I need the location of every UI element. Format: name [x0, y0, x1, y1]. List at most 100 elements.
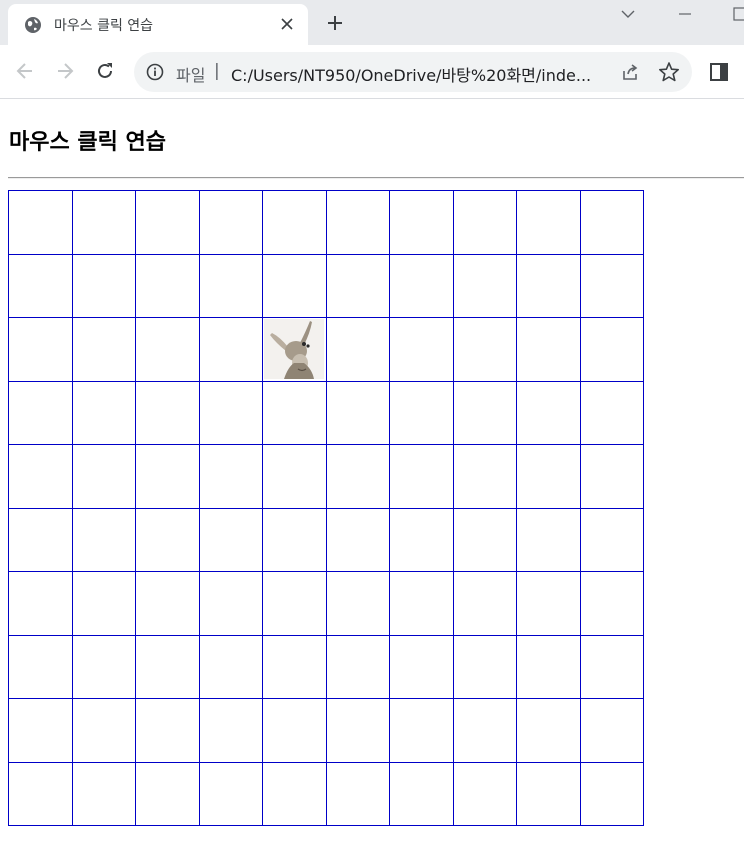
grid-cell[interactable] — [71, 380, 136, 445]
grid-cell[interactable] — [325, 698, 390, 763]
grid-cell[interactable] — [135, 190, 200, 255]
grid-cell[interactable] — [262, 317, 327, 382]
grid-cell[interactable] — [71, 190, 136, 255]
grid-cell[interactable] — [516, 571, 581, 636]
grid-cell[interactable] — [135, 380, 200, 445]
grid-cell[interactable] — [452, 698, 517, 763]
grid-cell[interactable] — [389, 571, 454, 636]
grid-cell[interactable] — [516, 634, 581, 699]
grid-cell[interactable] — [71, 698, 136, 763]
grid-cell[interactable] — [135, 761, 200, 826]
grid-cell[interactable] — [8, 380, 73, 445]
grid-cell[interactable] — [8, 507, 73, 572]
grid-cell[interactable] — [516, 507, 581, 572]
grid-cell[interactable] — [579, 190, 644, 255]
chevron-down-icon[interactable] — [616, 4, 640, 24]
grid-cell[interactable] — [325, 634, 390, 699]
grid-cell[interactable] — [389, 253, 454, 318]
grid-cell[interactable] — [262, 698, 327, 763]
grid-cell[interactable] — [198, 571, 263, 636]
active-tab[interactable]: 마우스 클릭 연습 — [8, 4, 308, 45]
info-icon[interactable] — [146, 63, 164, 81]
grid-cell[interactable] — [325, 253, 390, 318]
grid-cell[interactable] — [389, 317, 454, 382]
grid-cell[interactable] — [71, 634, 136, 699]
grid-cell[interactable] — [325, 444, 390, 509]
grid-cell[interactable] — [71, 253, 136, 318]
grid-cell[interactable] — [8, 761, 73, 826]
back-arrow-icon[interactable] — [12, 58, 38, 84]
grid-cell[interactable] — [579, 507, 644, 572]
share-icon[interactable] — [620, 62, 640, 82]
grid-cell[interactable] — [325, 571, 390, 636]
grid-cell[interactable] — [71, 507, 136, 572]
grid-cell[interactable] — [516, 190, 581, 255]
grid-cell[interactable] — [325, 761, 390, 826]
grid-cell[interactable] — [579, 698, 644, 763]
grid-cell[interactable] — [198, 380, 263, 445]
grid-cell[interactable] — [198, 190, 263, 255]
grid-cell[interactable] — [198, 761, 263, 826]
minimize-icon[interactable] — [673, 4, 697, 24]
grid-cell[interactable] — [452, 507, 517, 572]
grid-cell[interactable] — [262, 190, 327, 255]
grid-cell[interactable] — [198, 634, 263, 699]
grid-cell[interactable] — [198, 317, 263, 382]
grid-cell[interactable] — [452, 317, 517, 382]
grid-cell[interactable] — [262, 507, 327, 572]
grid-cell[interactable] — [8, 253, 73, 318]
grid-cell[interactable] — [262, 761, 327, 826]
grid-cell[interactable] — [579, 571, 644, 636]
maximize-icon[interactable] — [728, 4, 744, 24]
grid-cell[interactable] — [389, 698, 454, 763]
grid-cell[interactable] — [579, 317, 644, 382]
grid-cell[interactable] — [262, 380, 327, 445]
grid-cell[interactable] — [516, 698, 581, 763]
grid-cell[interactable] — [198, 507, 263, 572]
grid-cell[interactable] — [452, 380, 517, 445]
grid-cell[interactable] — [516, 380, 581, 445]
grid-cell[interactable] — [262, 634, 327, 699]
grid-cell[interactable] — [135, 571, 200, 636]
grid-cell[interactable] — [389, 380, 454, 445]
grid-cell[interactable] — [135, 507, 200, 572]
grid-cell[interactable] — [135, 698, 200, 763]
grid-cell[interactable] — [325, 380, 390, 445]
grid-cell[interactable] — [135, 634, 200, 699]
address-bar[interactable]: 파일 | C:/Users/NT950/OneDrive/바탕%20화면/ind… — [134, 52, 692, 92]
grid-cell[interactable] — [198, 698, 263, 763]
grid-cell[interactable] — [135, 444, 200, 509]
grid-cell[interactable] — [516, 444, 581, 509]
grid-cell[interactable] — [579, 444, 644, 509]
grid-cell[interactable] — [452, 253, 517, 318]
grid-cell[interactable] — [579, 761, 644, 826]
grid-cell[interactable] — [325, 317, 390, 382]
grid-cell[interactable] — [325, 507, 390, 572]
grid-cell[interactable] — [8, 317, 73, 382]
grid-cell[interactable] — [389, 761, 454, 826]
grid-cell[interactable] — [389, 444, 454, 509]
grid-cell[interactable] — [516, 253, 581, 318]
grid-cell[interactable] — [198, 253, 263, 318]
grid-cell[interactable] — [8, 190, 73, 255]
new-tab-icon[interactable] — [324, 12, 346, 34]
grid-cell[interactable] — [71, 444, 136, 509]
grid-cell[interactable] — [135, 317, 200, 382]
grid-cell[interactable] — [389, 190, 454, 255]
grid-cell[interactable] — [135, 253, 200, 318]
close-tab-icon[interactable] — [278, 15, 296, 33]
grid-cell[interactable] — [8, 444, 73, 509]
grid-cell[interactable] — [579, 634, 644, 699]
grid-cell[interactable] — [579, 380, 644, 445]
grid-cell[interactable] — [389, 507, 454, 572]
grid-cell[interactable] — [71, 571, 136, 636]
grid-cell[interactable] — [198, 444, 263, 509]
grid-cell[interactable] — [71, 317, 136, 382]
grid-cell[interactable] — [452, 444, 517, 509]
url-text[interactable]: C:/Users/NT950/OneDrive/바탕%20화면/inde... — [231, 62, 607, 86]
grid-cell[interactable] — [8, 634, 73, 699]
reload-icon[interactable] — [92, 58, 118, 84]
grid-cell[interactable] — [325, 190, 390, 255]
grid-cell[interactable] — [8, 571, 73, 636]
grid-cell[interactable] — [262, 253, 327, 318]
